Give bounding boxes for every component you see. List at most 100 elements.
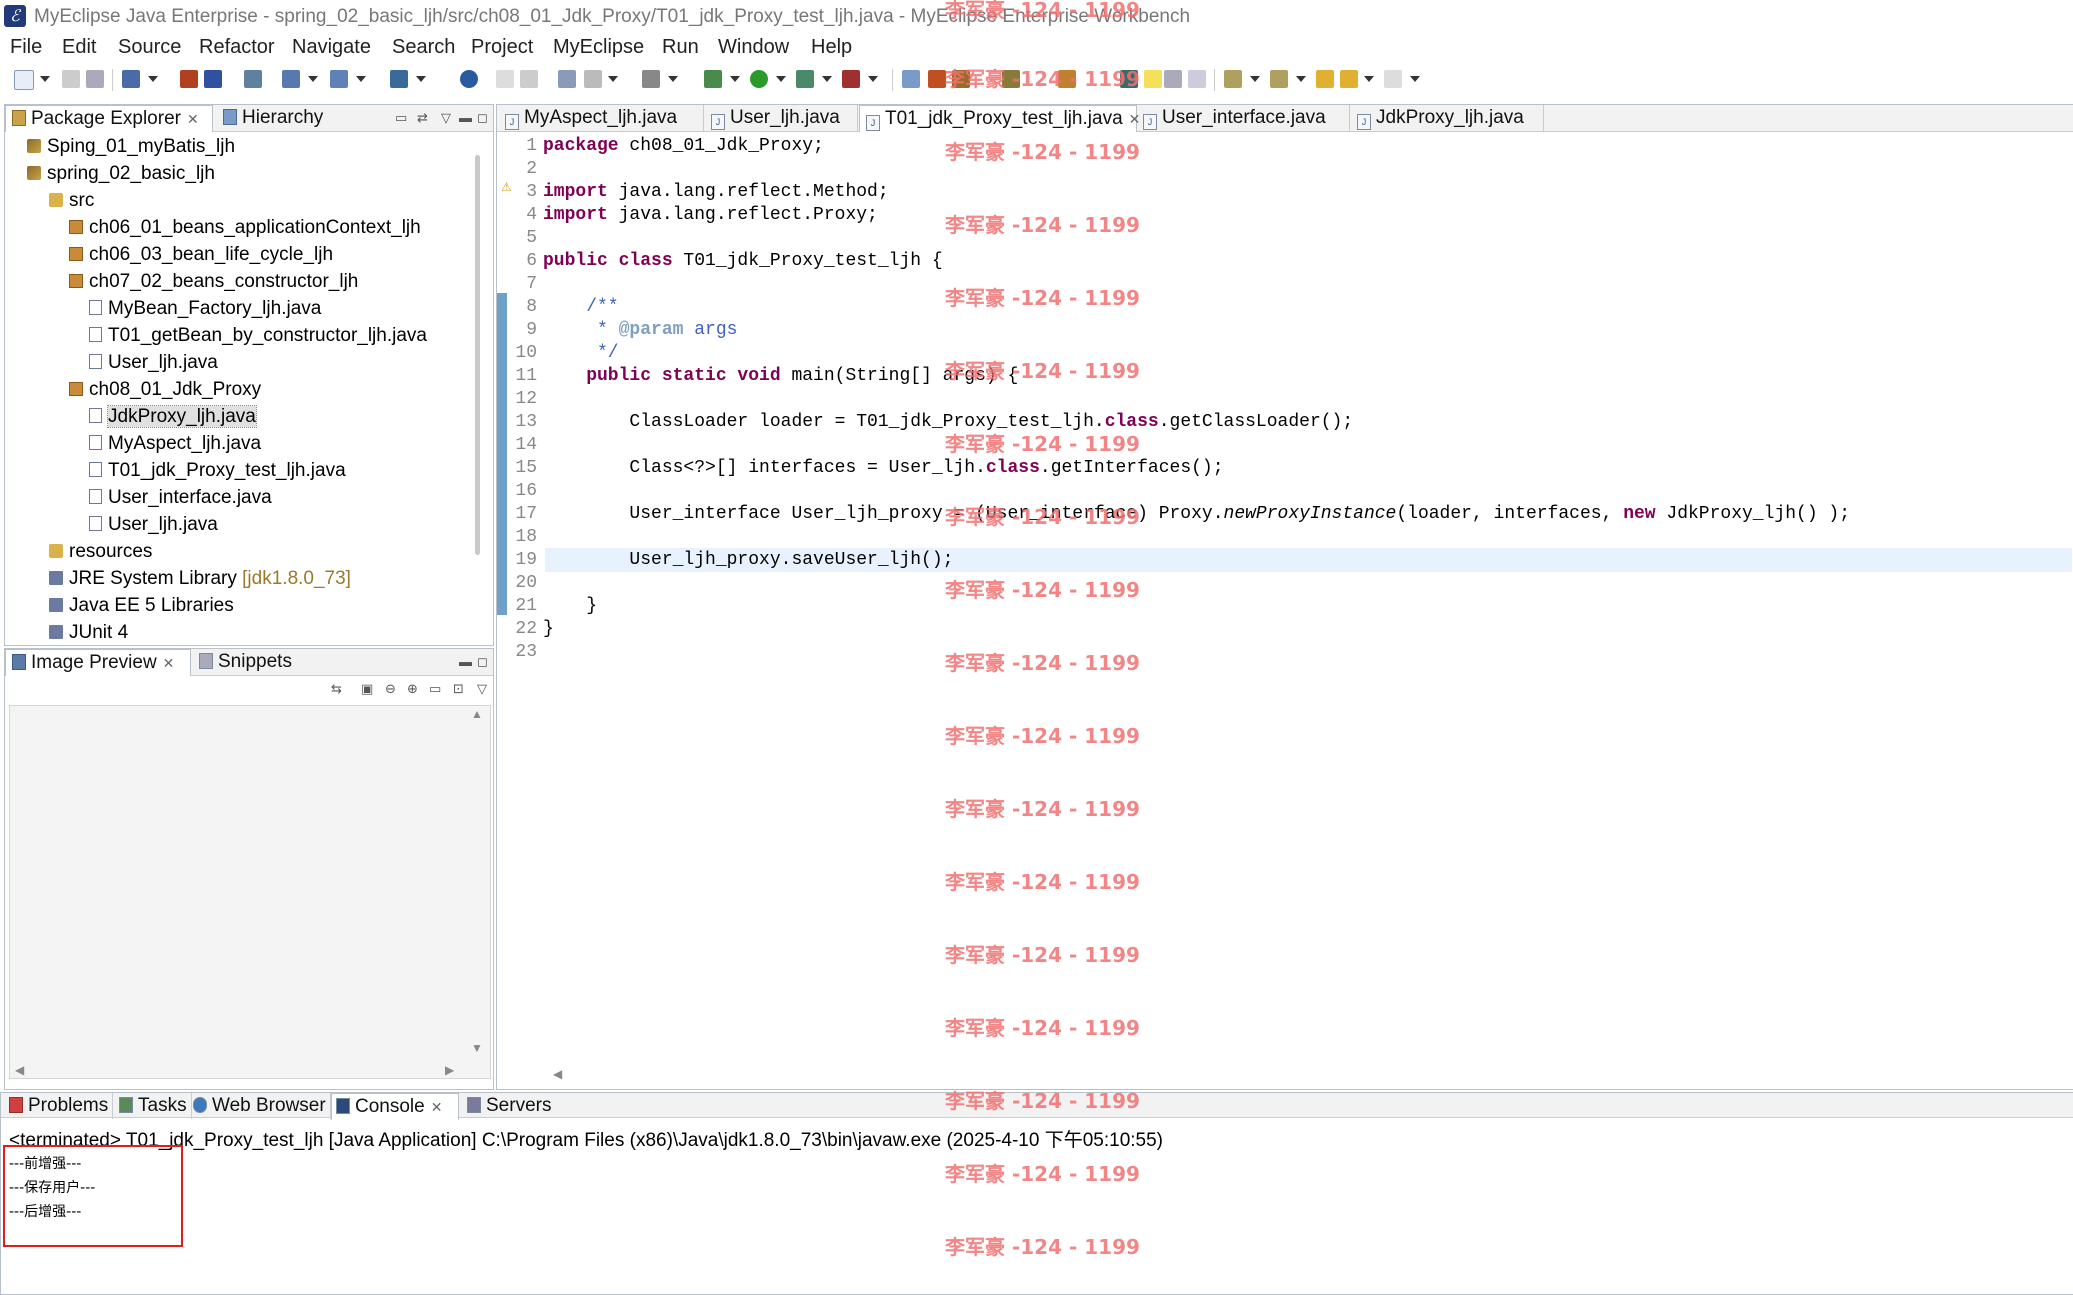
editor-tab[interactable]: J User_interface.java xyxy=(1139,105,1350,131)
scroll-up-icon[interactable]: ▲ xyxy=(471,707,483,721)
highlight-icon[interactable] xyxy=(1144,70,1162,88)
database-icon[interactable] xyxy=(244,70,262,88)
code-area[interactable]: 1 2 3 4 5 6 7 8 9 10 11 12 13 14 15 16 1… xyxy=(507,132,2073,1088)
debug-icon[interactable] xyxy=(704,70,722,88)
tree-item-source-folder[interactable]: src xyxy=(49,188,94,214)
tree-item-package[interactable]: ch06_03_bean_life_cycle_ljh xyxy=(69,242,333,268)
new-dropdown-arrow-icon[interactable] xyxy=(40,76,50,82)
zoom-out-icon[interactable]: ⊖ xyxy=(385,681,396,697)
external-tools-dropdown-arrow-icon[interactable] xyxy=(868,76,878,82)
explorer-scrollbar[interactable] xyxy=(475,155,480,555)
tab-snippets[interactable]: Snippets xyxy=(195,649,292,675)
tree-item-java-file[interactable]: T01_jdk_Proxy_test_ljh.java xyxy=(89,458,346,484)
server-icon[interactable] xyxy=(204,70,222,88)
close-icon[interactable]: ✕ xyxy=(163,655,175,671)
web-icon[interactable] xyxy=(460,70,478,88)
last-edit-icon[interactable] xyxy=(1316,70,1334,88)
tool-dropdown-arrow-icon[interactable] xyxy=(608,76,618,82)
show-whitespace-icon[interactable] xyxy=(1164,70,1182,88)
menu-run[interactable]: Run xyxy=(662,36,699,59)
maximize-icon[interactable]: ◻ xyxy=(477,654,488,670)
minimize-icon[interactable]: ▬ xyxy=(459,110,472,125)
open-type-icon[interactable] xyxy=(122,70,140,88)
menu-search[interactable]: Search xyxy=(392,36,455,59)
scroll-left-icon[interactable]: ◀ xyxy=(15,1063,24,1077)
menu-source[interactable]: Source xyxy=(118,36,181,59)
open-task-icon[interactable] xyxy=(902,70,920,88)
forward-dropdown-arrow-icon[interactable] xyxy=(1410,76,1420,82)
scroll-down-icon[interactable]: ▼ xyxy=(471,1041,483,1055)
open-perspective-icon[interactable] xyxy=(390,70,408,88)
menu-project[interactable]: Project xyxy=(471,36,533,59)
actual-size-icon[interactable]: ▭ xyxy=(429,681,441,697)
minimize-icon[interactable]: ▬ xyxy=(459,654,472,669)
tab-servers[interactable]: Servers xyxy=(463,1093,555,1119)
tree-item-java-file-selected[interactable]: JdkProxy_ljh.java xyxy=(89,404,257,430)
previous-annotation-icon[interactable] xyxy=(1270,70,1288,88)
browser-dropdown-arrow-icon[interactable] xyxy=(356,76,366,82)
debug-dropdown-arrow-icon[interactable] xyxy=(730,76,740,82)
tree-item-package[interactable]: ch08_01_Jdk_Proxy xyxy=(69,377,261,403)
tree-item-java-file[interactable]: T01_getBean_by_constructor_ljh.java xyxy=(89,323,427,349)
tree-item-java-file[interactable]: User_interface.java xyxy=(89,485,272,511)
tree-item-java-file[interactable]: User_ljh.java xyxy=(89,512,218,538)
zoom-in-icon[interactable]: ⊕ xyxy=(407,681,418,697)
close-icon[interactable]: ✕ xyxy=(187,111,199,127)
tree-item-java-file[interactable]: MyAspect_ljh.java xyxy=(89,431,261,457)
back-dropdown-arrow-icon[interactable] xyxy=(1364,76,1374,82)
scroll-right-icon[interactable]: ▶ xyxy=(445,1063,454,1077)
console-tool-dropdown-arrow-icon[interactable] xyxy=(668,76,678,82)
tab-console[interactable]: Console ✕ xyxy=(331,1093,459,1120)
console-tool-icon[interactable] xyxy=(642,70,660,88)
tree-item-library[interactable]: JRE System Library [jdk1.8.0_73] xyxy=(49,566,351,592)
tab-web-browser[interactable]: Web Browser xyxy=(189,1093,331,1119)
search-tool-icon[interactable] xyxy=(558,70,576,88)
previous-annotation-dropdown-arrow-icon[interactable] xyxy=(1296,76,1306,82)
run-config-icon[interactable] xyxy=(796,70,814,88)
history-icon[interactable] xyxy=(520,70,538,88)
back-icon[interactable] xyxy=(1340,70,1358,88)
tab-tasks[interactable]: Tasks xyxy=(115,1093,192,1119)
open-type-dropdown-arrow-icon[interactable] xyxy=(148,76,158,82)
scroll-left-icon[interactable]: ◀ xyxy=(553,1067,562,1081)
editor-tab[interactable]: J JdkProxy_ljh.java xyxy=(1353,105,1544,131)
tree-item-library[interactable]: Java EE 5 Libraries xyxy=(49,593,234,619)
tab-package-explorer[interactable]: Package Explorer ✕ xyxy=(5,105,213,132)
tab-image-preview[interactable]: Image Preview ✕ xyxy=(5,649,191,676)
wizard-icon[interactable] xyxy=(282,70,300,88)
block-selection-icon[interactable] xyxy=(1188,70,1206,88)
editor-tab-active[interactable]: J T01_jdk_Proxy_test_ljh.java ✕ xyxy=(859,105,1140,132)
tree-item-package[interactable]: ch06_01_beans_applicationContext_ljh xyxy=(69,215,421,241)
link-with-editor-icon[interactable]: ⇄ xyxy=(417,110,428,126)
tree-item-package[interactable]: ch07_02_beans_constructor_ljh xyxy=(69,269,358,295)
external-tools-icon[interactable] xyxy=(842,70,860,88)
marker-icon[interactable] xyxy=(928,70,946,88)
edit-icon[interactable] xyxy=(496,70,514,88)
tab-problems[interactable]: Problems xyxy=(5,1093,114,1119)
wizard-dropdown-arrow-icon[interactable] xyxy=(308,76,318,82)
run-icon[interactable] xyxy=(750,70,768,88)
editor-tab[interactable]: J User_ljh.java xyxy=(707,105,858,131)
fit-icon[interactable]: ⊡ xyxy=(453,681,464,697)
next-annotation-dropdown-arrow-icon[interactable] xyxy=(1250,76,1260,82)
menu-window[interactable]: Window xyxy=(718,36,789,59)
editor-tab[interactable]: J MyAspect_ljh.java xyxy=(501,105,704,131)
menu-edit[interactable]: Edit xyxy=(62,36,96,59)
print-icon[interactable] xyxy=(86,70,104,88)
menu-help[interactable]: Help xyxy=(811,36,852,59)
maximize-icon[interactable]: ◻ xyxy=(477,110,488,126)
next-annotation-icon[interactable] xyxy=(1224,70,1242,88)
tree-item-project[interactable]: spring_02_basic_ljh xyxy=(27,161,215,187)
link-icon[interactable]: ⇆ xyxy=(331,681,342,697)
perspective-dropdown-arrow-icon[interactable] xyxy=(416,76,426,82)
deploy-icon[interactable] xyxy=(180,70,198,88)
browser-icon[interactable] xyxy=(330,70,348,88)
menu-myeclipse[interactable]: MyEclipse xyxy=(553,36,644,59)
tree-item-java-file[interactable]: User_ljh.java xyxy=(89,350,218,376)
tab-hierarchy[interactable]: Hierarchy xyxy=(219,105,323,131)
tree-item-library[interactable]: JUnit 4 xyxy=(49,620,128,644)
tree-item-java-file[interactable]: MyBean_Factory_ljh.java xyxy=(89,296,321,322)
save-icon[interactable] xyxy=(62,70,80,88)
menu-file[interactable]: File xyxy=(10,36,42,59)
forward-icon[interactable] xyxy=(1384,70,1402,88)
